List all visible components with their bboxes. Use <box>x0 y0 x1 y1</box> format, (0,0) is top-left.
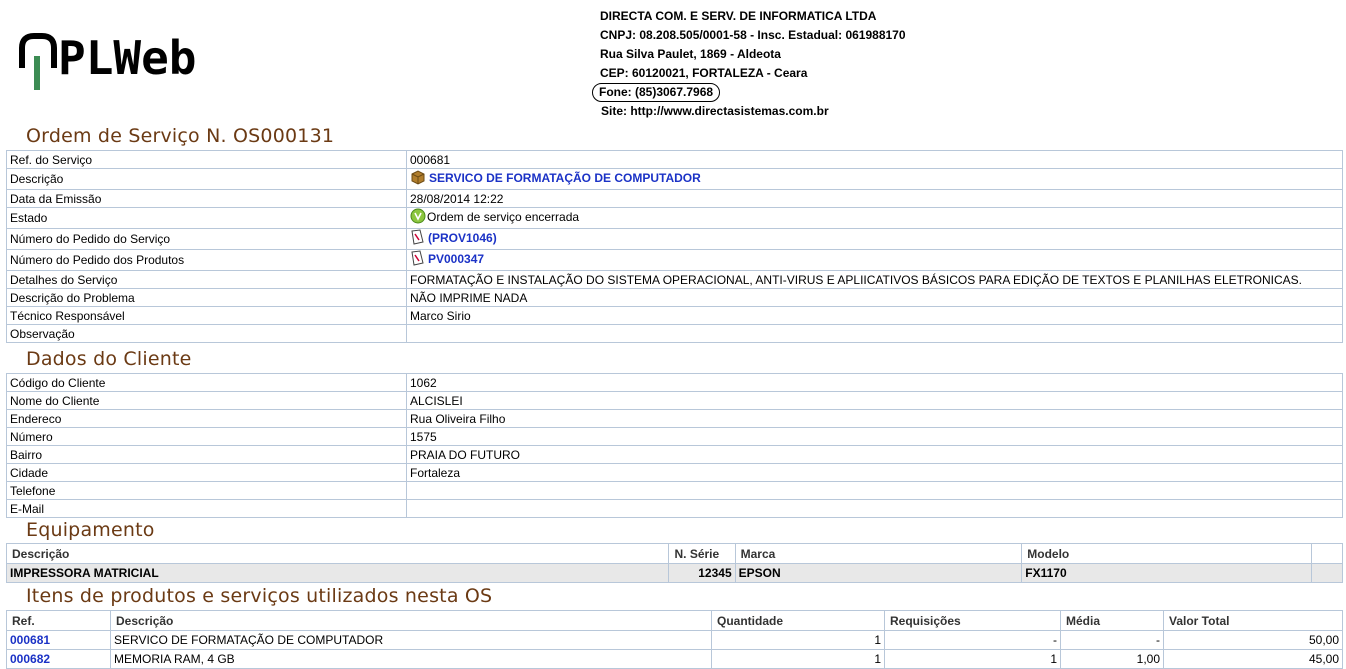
products-order-link[interactable]: PV000347 <box>428 252 484 266</box>
table-row: Telefone <box>6 481 1343 500</box>
table-row: 000681 SERVICO DE FORMATAÇÃO DE COMPUTAD… <box>6 630 1343 650</box>
plweb-logo: PLWeb <box>18 30 248 90</box>
table-row: Número do Pedido do Serviço (PROV1046) <box>6 228 1343 250</box>
order-table: Ref. do Serviço 000681 Descrição SERVICO … <box>6 150 1343 343</box>
item-ref-link[interactable]: 000681 <box>10 633 50 647</box>
table-row: IMPRESSORA MATRICIAL 12345 EPSON FX1170 <box>5 563 1344 583</box>
items-title: Itens de produtos e serviços utilizados … <box>26 585 493 607</box>
items-table: Ref. Descrição Quantidade Requisições Mé… <box>6 610 1343 669</box>
table-row: Detalhes do Serviço FORMATAÇÃO E INSTALAÇ… <box>6 270 1343 289</box>
table-header-row: Descrição N. Série Marca Modelo <box>5 543 1344 564</box>
table-row: Número 1575 <box>6 427 1343 446</box>
table-row: Nome do Cliente ALCISLEI <box>6 391 1343 410</box>
company-name: DIRECTA COM. E SERV. DE INFORMATICA LTDA <box>600 9 877 23</box>
order-title: Ordem de Serviço N. OS000131 <box>26 125 335 147</box>
status-text: Ordem de serviço encerrada <box>427 210 580 225</box>
service-description-link[interactable]: SERVICO DE FORMATAÇÃO DE COMPUTADOR <box>429 171 701 185</box>
client-table: Código do Cliente 1062 Nome do Cliente ALC… <box>6 373 1343 518</box>
equipment-table: Descrição N. Série Marca Modelo IMPRESSO… <box>5 543 1344 583</box>
client-title: Dados do Cliente <box>26 348 192 370</box>
table-row: Observação <box>6 324 1343 343</box>
equipment-title: Equipamento <box>26 519 155 541</box>
box-icon <box>410 169 426 189</box>
check-icon <box>410 208 426 228</box>
svg-text:PLWeb: PLWeb <box>58 31 196 85</box>
table-row: E-Mail <box>6 499 1343 518</box>
company-info: DIRECTA COM. E SERV. DE INFORMATICA LTDA… <box>592 7 906 121</box>
company-cep: CEP: 60120021, FORTALEZA - Ceara <box>600 66 808 80</box>
table-row: Cidade Fortaleza <box>6 463 1343 482</box>
item-ref-link[interactable]: 000682 <box>10 652 50 666</box>
table-row: Ref. do Serviço 000681 <box>6 150 1343 169</box>
table-row: 000682 MEMORIA RAM, 4 GB 1 1 1,00 45,00 <box>6 649 1343 669</box>
table-header-row: Ref. Descrição Quantidade Requisições Mé… <box>6 610 1343 631</box>
company-phone: Fone: (85)3067.7968 <box>592 83 721 102</box>
service-order-link[interactable]: (PROV1046) <box>428 231 497 245</box>
table-row: Endereco Rua Oliveira Filho <box>6 409 1343 428</box>
table-row: Número do Pedido dos Produtos PV000347 <box>6 249 1343 271</box>
table-row: Código do Cliente 1062 <box>6 373 1343 392</box>
company-street: Rua Silva Paulet, 1869 - Aldeota <box>600 47 781 61</box>
table-row: Data da Emissão 28/08/2014 12:22 <box>6 189 1343 208</box>
company-cnpj: CNPJ: 08.208.505/0001-58 - Insc. Estadua… <box>600 28 906 42</box>
company-site: Site: http://www.directasistemas.com.br <box>601 104 829 118</box>
table-row: Descrição do Problema NÃO IMPRIME NADA <box>6 288 1343 307</box>
table-row: Técnico Responsável Marco Sirio <box>6 306 1343 325</box>
document-icon <box>410 229 425 249</box>
table-row: Estado Ordem de serviço encerrada <box>6 207 1343 229</box>
table-row: Bairro PRAIA DO FUTURO <box>6 445 1343 464</box>
table-row: Descrição SERVICO DE FORMATAÇÃO DE COMPU… <box>6 168 1343 190</box>
document-icon <box>410 250 425 270</box>
